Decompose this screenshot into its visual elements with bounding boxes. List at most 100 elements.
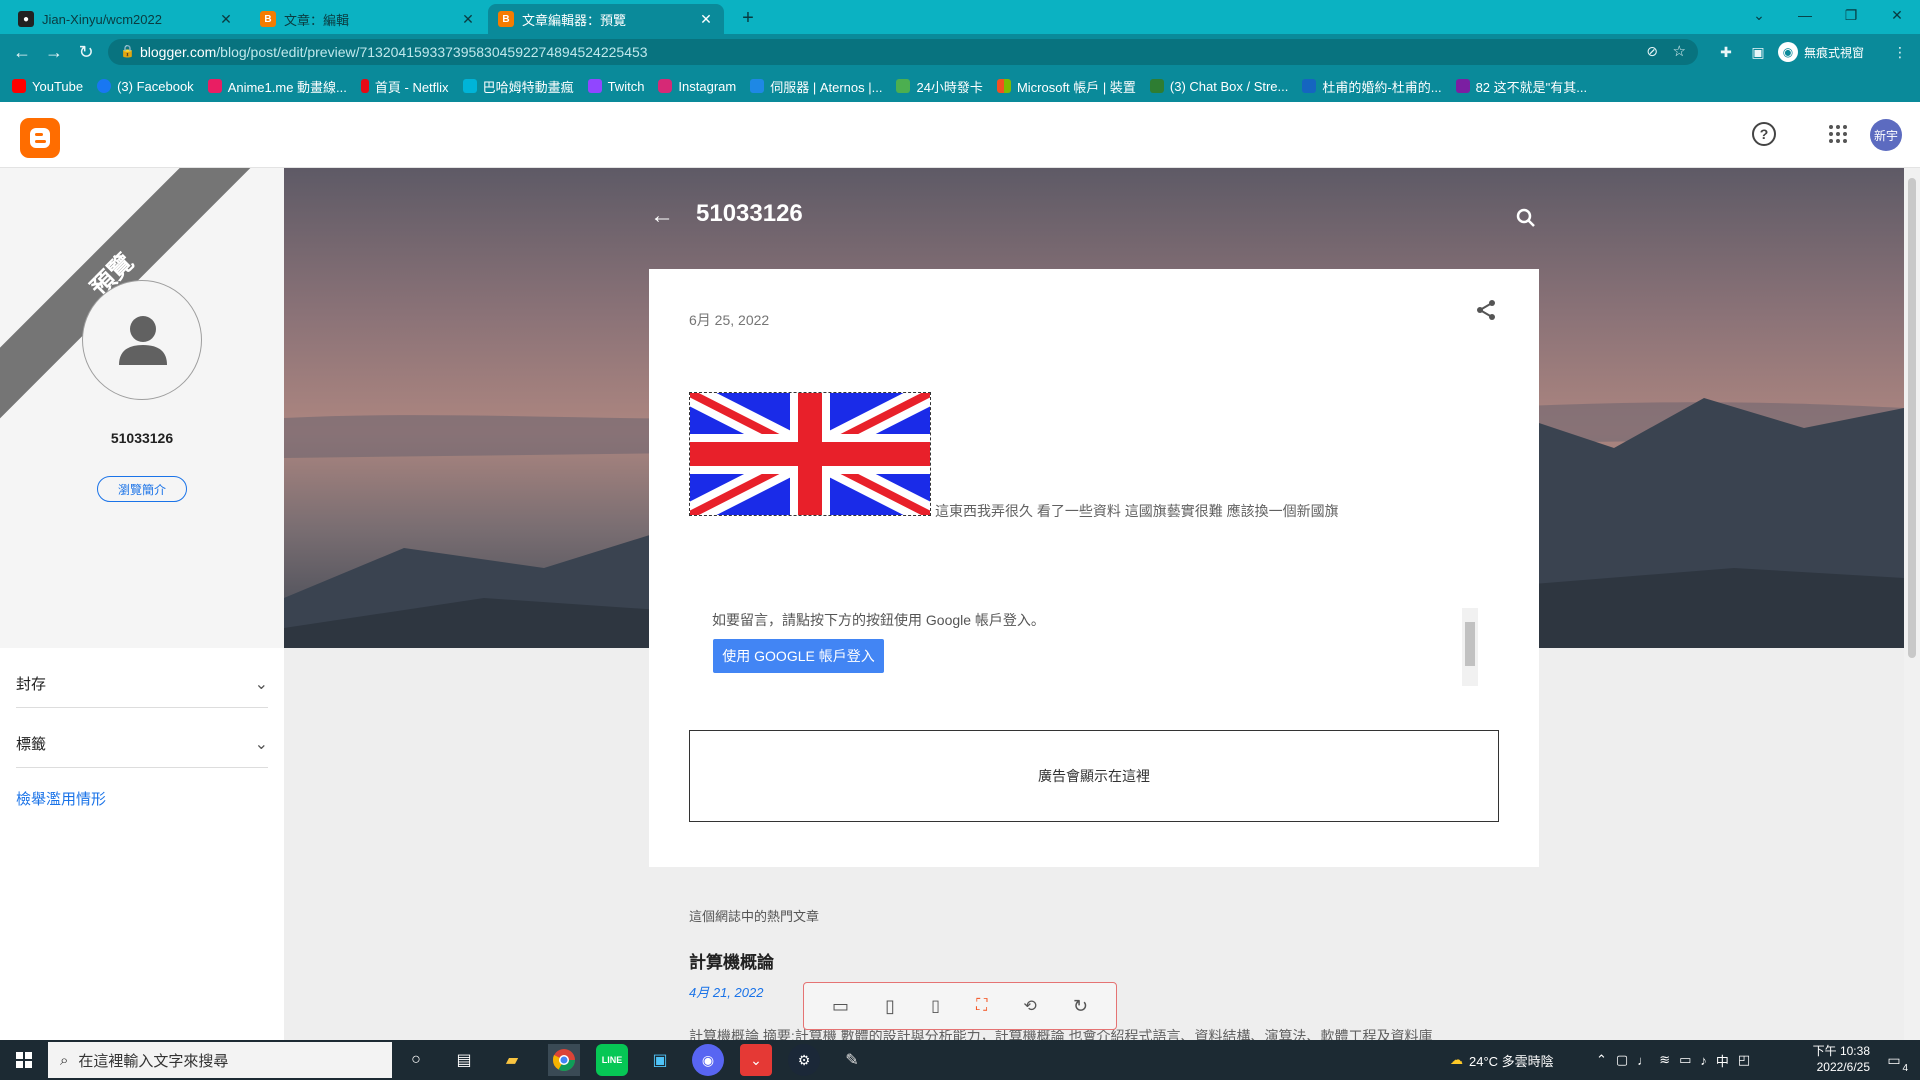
- cortana-icon[interactable]: ○: [400, 1044, 432, 1076]
- blog-title[interactable]: 51033126: [696, 200, 803, 228]
- tab-blogger-edit[interactable]: B 文章：編輯 ✕: [250, 4, 486, 34]
- tab-search-icon[interactable]: ⌄: [1736, 0, 1782, 30]
- restore-button[interactable]: ❐: [1828, 0, 1874, 30]
- steam-icon[interactable]: ⚙: [788, 1044, 820, 1076]
- side-panel-icon[interactable]: ▣: [1746, 40, 1770, 64]
- close-tab-icon[interactable]: ✕: [698, 11, 714, 28]
- menu-kebab-icon[interactable]: ⋮: [1888, 40, 1912, 64]
- close-tab-icon[interactable]: ✕: [460, 11, 476, 28]
- desktop-icon[interactable]: ▭: [832, 996, 849, 1017]
- clock[interactable]: 下午 10:38 2022/6/25: [1786, 1043, 1870, 1075]
- popular-post-date[interactable]: 4月 21, 2022: [689, 982, 763, 1001]
- new-tab-button[interactable]: +: [736, 6, 760, 30]
- notification-icon[interactable]: ▭ 4: [1880, 1046, 1910, 1074]
- microphone-icon[interactable]: ♩: [1637, 1053, 1650, 1068]
- network-icon[interactable]: ≋: [1659, 1052, 1670, 1068]
- battery-icon[interactable]: ▭: [1679, 1052, 1691, 1068]
- share-icon[interactable]: [1474, 298, 1498, 322]
- tablet-icon[interactable]: ▯: [885, 996, 895, 1017]
- fullscreen-icon[interactable]: ⛶: [976, 997, 987, 1015]
- union-jack-image[interactable]: [684, 382, 936, 526]
- back-icon[interactable]: ←: [10, 40, 34, 64]
- chrome-icon[interactable]: [548, 1044, 580, 1076]
- tab-github[interactable]: ● Jian-Xinyu/wcm2022 ✕: [8, 4, 244, 34]
- apps-grid-icon[interactable]: [1828, 124, 1848, 144]
- tab-blogger-preview[interactable]: B 文章編輯器：預覽 ✕: [488, 4, 724, 34]
- blogger-icon: B: [498, 11, 514, 27]
- search-icon[interactable]: [1512, 204, 1540, 232]
- incognito-icon: ◉: [1778, 42, 1798, 62]
- popular-posts-heading: 這個網誌中的熱門文章: [689, 909, 820, 924]
- ad-placeholder: 廣告會顯示在這裡: [689, 730, 1499, 822]
- mobile-icon[interactable]: ▯: [931, 996, 940, 1016]
- input-mode-icon[interactable]: ◰: [1738, 1052, 1750, 1068]
- bookmarks-bar: YouTube (3) Facebook Anime1.me 動畫線... 首頁…: [0, 70, 1920, 102]
- back-arrow-icon[interactable]: ←: [648, 202, 676, 230]
- anime1-icon: [207, 79, 222, 93]
- bookmark-twitch[interactable]: Twitch: [587, 79, 644, 94]
- page-scrollbar[interactable]: [1904, 168, 1920, 1040]
- file-explorer-icon[interactable]: ▰: [496, 1044, 528, 1076]
- archive-section[interactable]: 封存 ⌄: [16, 660, 268, 708]
- address-bar[interactable]: 🔒 blogger.com/blog/post/edit/preview/713…: [108, 39, 1698, 65]
- report-abuse-link[interactable]: 檢舉濫用情形: [16, 788, 106, 809]
- incognito-indicator[interactable]: ◉ 無痕式視窗: [1778, 40, 1864, 64]
- system-tray: ⌃ ▢ ♩ ≋ ▭ ♪ 中 ◰: [1596, 1044, 1750, 1076]
- chevron-up-icon[interactable]: ⌃: [1596, 1052, 1607, 1068]
- bookmark-youtube[interactable]: YouTube: [12, 79, 83, 94]
- close-tab-icon[interactable]: ✕: [218, 11, 234, 28]
- comment-prompt: 如要留言，請點按下方的按鈕使用 Google 帳戶登入。: [712, 612, 1045, 628]
- forward-icon[interactable]: →: [42, 40, 66, 64]
- bookmark-chatbox[interactable]: (3) Chat Box / Stre...: [1149, 79, 1288, 94]
- pocket-icon[interactable]: ⌄: [740, 1044, 772, 1076]
- microsoft-icon: [996, 79, 1011, 93]
- close-window-button[interactable]: ✕: [1874, 0, 1920, 30]
- bookmark-dufu[interactable]: 杜甫的婚約-杜甫的...: [1302, 77, 1442, 96]
- volume-icon[interactable]: ♪: [1700, 1053, 1707, 1068]
- profile-name: 51033126: [110, 430, 174, 446]
- bookmark-star-icon[interactable]: ☆: [1673, 42, 1686, 60]
- taskbar-search-box[interactable]: ⌕ 在這裡輸入文字來搜尋: [48, 1042, 392, 1078]
- bookmark-netflix[interactable]: 首頁 - Netflix: [360, 77, 449, 96]
- bookmark-aternos[interactable]: 伺服器 | Aternos |...: [750, 77, 882, 96]
- comment-scrollbar[interactable]: [1462, 608, 1478, 686]
- bookmark-instagram[interactable]: Instagram: [658, 79, 736, 94]
- refresh-icon[interactable]: ↻: [1073, 996, 1088, 1017]
- youtube-icon: [12, 79, 26, 93]
- bookmark-bahamut[interactable]: 巴哈姆特動畫瘋: [462, 77, 574, 96]
- device-preview-toolbar: ▭ ▯ ▯ ⛶ ⟲ ↻: [803, 982, 1117, 1030]
- windows-start-icon[interactable]: [8, 1044, 40, 1076]
- reload-icon[interactable]: ↻: [74, 40, 98, 64]
- bookmark-microsoft[interactable]: Microsoft 帳戶 | 裝置: [996, 77, 1136, 96]
- weather-widget[interactable]: ☁ 24°C 多雲時陰: [1450, 1044, 1554, 1076]
- control-panel-icon[interactable]: ▣: [644, 1044, 676, 1076]
- blogger-logo[interactable]: [20, 118, 60, 158]
- labels-section[interactable]: 標籤 ⌄: [16, 720, 268, 768]
- eye-off-icon[interactable]: ⊘: [1646, 43, 1658, 60]
- line-icon[interactable]: LINE: [596, 1044, 628, 1076]
- help-icon[interactable]: ?: [1752, 122, 1776, 146]
- github-icon: ●: [18, 11, 34, 27]
- popular-post-title[interactable]: 計算機概論: [689, 948, 774, 973]
- avatar[interactable]: 新宇: [1870, 119, 1902, 151]
- minimize-button[interactable]: —: [1782, 0, 1828, 30]
- bookmark-82[interactable]: 82 这不就是"有其...: [1455, 77, 1587, 96]
- rotate-icon[interactable]: ⟲: [1023, 996, 1036, 1016]
- paint-icon[interactable]: ✎: [836, 1044, 868, 1076]
- bookmark-facebook[interactable]: (3) Facebook: [97, 79, 194, 94]
- bookmark-24h-card[interactable]: 24小時發卡: [896, 77, 983, 96]
- scrollbar-thumb[interactable]: [1465, 622, 1475, 666]
- profile-avatar[interactable]: [82, 280, 202, 400]
- extensions-icon[interactable]: ✚: [1714, 40, 1738, 64]
- aternos-icon: [750, 79, 765, 93]
- task-view-icon[interactable]: ▤: [448, 1044, 480, 1076]
- bookmark-anime1[interactable]: Anime1.me 動畫線...: [207, 77, 347, 96]
- google-signin-button[interactable]: 使用 GOOGLE 帳戶登入: [713, 639, 884, 673]
- view-profile-button[interactable]: 瀏覽簡介: [97, 476, 187, 502]
- ime-indicator[interactable]: 中: [1716, 1051, 1729, 1070]
- page-scrollbar-thumb[interactable]: [1908, 178, 1916, 658]
- discord-icon[interactable]: ◉: [692, 1044, 724, 1076]
- blogger-header: [0, 102, 1920, 168]
- meet-now-icon[interactable]: ▢: [1616, 1052, 1628, 1068]
- netflix-icon: [360, 79, 369, 93]
